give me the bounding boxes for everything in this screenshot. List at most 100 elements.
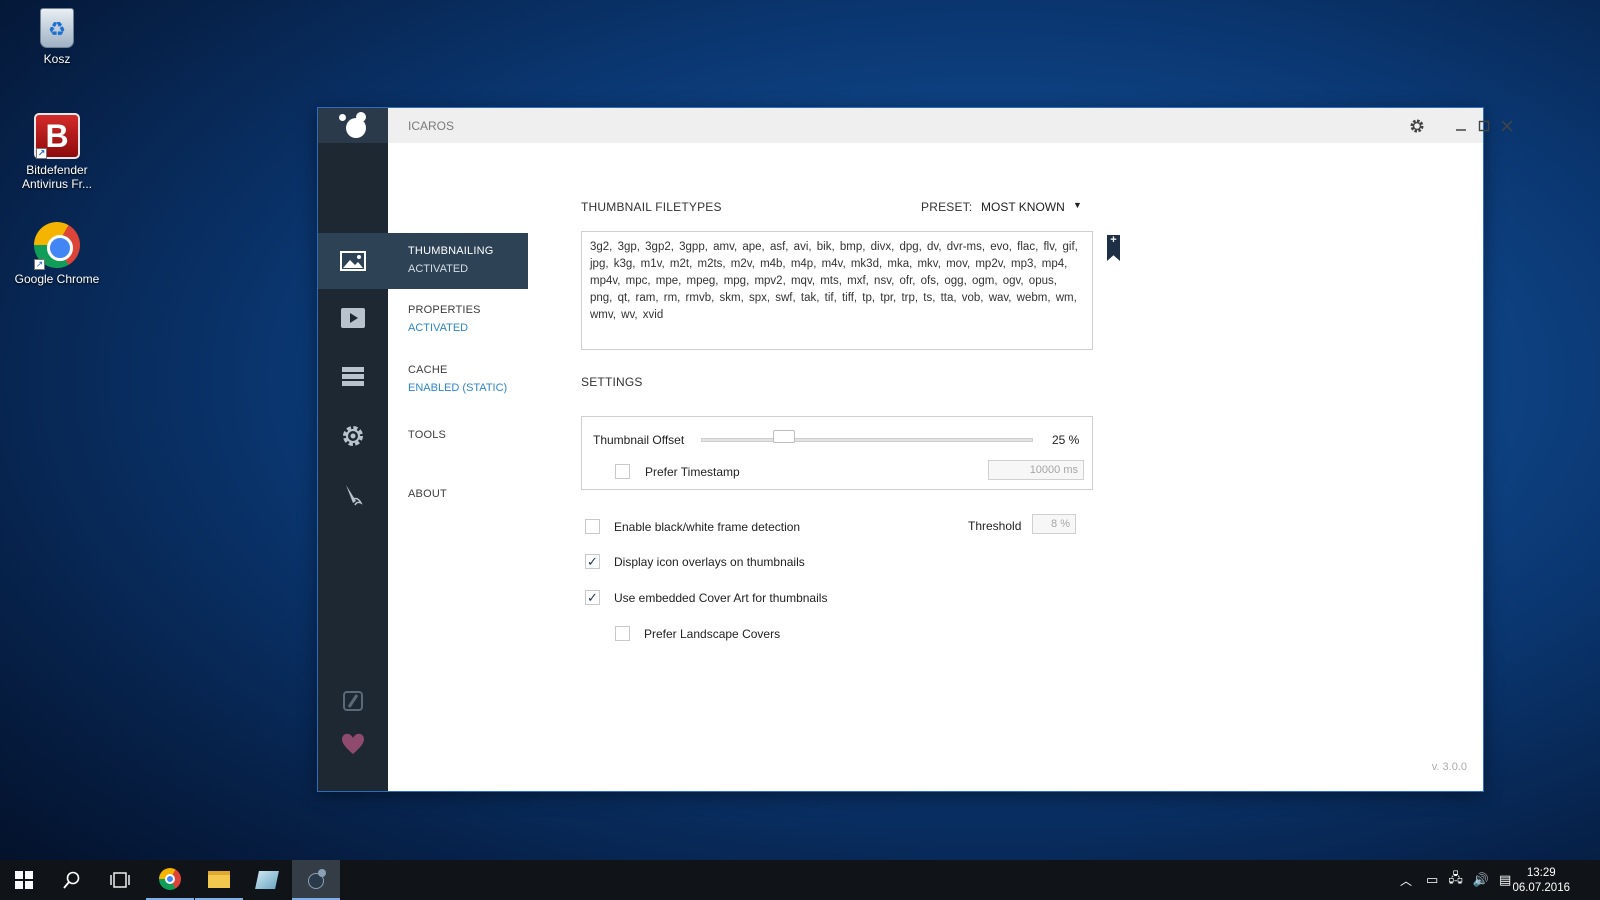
prefer-timestamp-checkbox[interactable]	[615, 464, 630, 479]
network-icon[interactable]: 🖧	[1448, 869, 1463, 891]
icaros-window: THUMBNAILING ACTIVATED PROPERTIES ACTIVA…	[318, 108, 1513, 791]
icaros-icon	[305, 868, 327, 890]
main-content: THUMBNAIL FILETYPES PRESET: MOST KNOWN ▼…	[528, 143, 1483, 791]
nav-item-thumbnailing[interactable]: THUMBNAILING ACTIVATED	[388, 233, 528, 289]
taskbar-app[interactable]	[243, 860, 291, 900]
nav-item-title: TOOLS	[408, 429, 447, 441]
version-label: v. 3.0.0	[1431, 761, 1467, 773]
filetypes-list: 3g2, 3gp, 3gp2, 3gpp, amv, ape, asf, avi…	[590, 241, 1078, 321]
app-logo	[318, 108, 388, 143]
bitdefender-icon: B ↗	[34, 113, 80, 159]
taskbar-chrome[interactable]	[146, 860, 194, 900]
filetypes-heading: THUMBNAIL FILETYPES	[581, 200, 722, 214]
window-title: ICAROS	[408, 119, 455, 133]
action-center-icon[interactable]: ▤	[1499, 872, 1511, 888]
desktop-icon-recycle-bin[interactable]: Kosz	[12, 8, 102, 66]
taskbar: ︿ ▭ 🖧 🔊 ▤ 13:29 06.07.2016	[0, 860, 1600, 900]
volume-icon[interactable]: 🔊	[1473, 872, 1489, 888]
thumbnail-offset-label: Thumbnail Offset	[593, 433, 685, 447]
search-icon	[63, 871, 80, 889]
clock-date: 06.07.2016	[1512, 882, 1570, 894]
chevron-up-icon[interactable]: ︿	[1400, 872, 1412, 889]
prefer-timestamp-label: Prefer Timestamp	[645, 465, 740, 479]
refresh-icon	[343, 691, 363, 711]
timestamp-field[interactable]: 10000 ms	[988, 460, 1084, 480]
preset-dropdown[interactable]: MOST KNOWN ▼	[978, 196, 1088, 216]
wing-icon	[346, 485, 363, 506]
clock-time: 13:29	[1526, 867, 1556, 879]
nav-item-about[interactable]: ABOUT	[388, 467, 528, 523]
rail-thumbnailing[interactable]	[318, 233, 388, 289]
cover-art-label: Use embedded Cover Art for thumbnails	[614, 591, 828, 605]
desktop-icon-label: Google Chrome	[14, 272, 100, 286]
filetypes-textarea[interactable]: 3g2, 3gp, 3gp2, 3gpp, amv, ape, asf, avi…	[581, 231, 1093, 350]
minimize-button[interactable]	[1449, 108, 1473, 143]
nav-item-title: ABOUT	[408, 488, 447, 500]
landscape-covers-checkbox[interactable]	[615, 626, 630, 641]
preset-label: PRESET:	[921, 200, 973, 214]
nav-item-tools[interactable]: TOOLS	[388, 408, 528, 464]
preset-value: MOST KNOWN	[981, 200, 1065, 214]
nav-item-properties[interactable]: PROPERTIES ACTIVATED	[388, 292, 528, 348]
settings-panel: Thumbnail Offset 25 % Prefer Timestamp 1…	[581, 416, 1093, 490]
clock[interactable]: 13:29 06.07.2016	[1512, 866, 1570, 896]
rail-about[interactable]	[318, 467, 388, 523]
play-icon	[341, 308, 365, 328]
icon-rail	[318, 108, 388, 791]
bw-detection-label: Enable black/white frame detection	[614, 520, 801, 534]
maximize-button[interactable]	[1472, 108, 1496, 143]
gear-icon	[1410, 119, 1424, 132]
desktop-icon-label: Kosz	[43, 52, 71, 66]
bw-detection-checkbox[interactable]	[585, 519, 600, 534]
threshold-field[interactable]: 8 %	[1032, 514, 1076, 534]
gear-icon	[343, 426, 363, 446]
desktop-icon-chrome[interactable]: ↗ Google Chrome	[12, 222, 102, 286]
cover-art-checkbox[interactable]: ✓	[585, 590, 600, 605]
threshold-label: Threshold	[968, 519, 1022, 533]
rail-tools[interactable]	[318, 408, 388, 464]
nav-item-status: ACTIVATED	[408, 322, 469, 334]
icon-overlays-label: Display icon overlays on thumbnails	[614, 555, 805, 569]
nav-item-title: PROPERTIES	[408, 304, 481, 316]
taskbar-file-explorer[interactable]	[195, 860, 243, 900]
desktop-icon-label: Bitdefender Antivirus Fr...	[21, 163, 92, 191]
settings-button[interactable]	[1405, 108, 1429, 143]
thumbnail-offset-value: 25 %	[1052, 433, 1080, 447]
chrome-icon	[159, 868, 181, 890]
maximize-icon	[1478, 120, 1490, 131]
rail-cache[interactable]	[318, 349, 388, 405]
taskbar-icaros[interactable]	[292, 860, 340, 900]
section-nav: THUMBNAILING ACTIVATED PROPERTIES ACTIVA…	[388, 108, 528, 791]
close-icon	[1501, 119, 1513, 132]
system-tray: ︿ ▭ 🖧 🔊 ▤	[1400, 860, 1511, 900]
chrome-icon: ↗	[34, 222, 80, 270]
chevron-down-icon: ▼	[1073, 200, 1082, 210]
title-bar: ICAROS	[388, 108, 1513, 143]
nav-item-status: ACTIVATED	[408, 263, 469, 275]
start-button[interactable]	[0, 860, 48, 900]
app-icon	[255, 871, 279, 889]
rail-donate[interactable]	[318, 716, 388, 772]
logo-icon	[334, 112, 370, 140]
windows-icon	[15, 871, 33, 889]
close-button[interactable]	[1495, 108, 1519, 143]
landscape-covers-label: Prefer Landscape Covers	[644, 627, 781, 641]
heart-icon	[342, 733, 364, 754]
minimize-icon	[1456, 128, 1466, 131]
nav-item-cache[interactable]: CACHE ENABLED (STATIC)	[388, 352, 528, 408]
task-view-icon	[110, 872, 130, 888]
icon-overlays-checkbox[interactable]: ✓	[585, 554, 600, 569]
recycle-bin-icon	[40, 8, 74, 48]
slider-thumb[interactable]	[773, 430, 795, 443]
thumbnail-offset-slider[interactable]	[701, 438, 1033, 442]
settings-heading: SETTINGS	[581, 375, 643, 389]
task-view-button[interactable]	[96, 860, 144, 900]
search-button[interactable]	[48, 860, 96, 900]
stack-icon	[342, 367, 364, 386]
battery-icon[interactable]: ▭	[1426, 872, 1438, 888]
desktop-icon-bitdefender[interactable]: B ↗ Bitdefender Antivirus Fr...	[12, 113, 102, 191]
nav-item-title: CACHE	[408, 364, 448, 376]
bookmark-add-icon[interactable]: +	[1107, 235, 1120, 261]
rail-properties[interactable]	[318, 290, 388, 346]
image-icon	[340, 251, 366, 271]
